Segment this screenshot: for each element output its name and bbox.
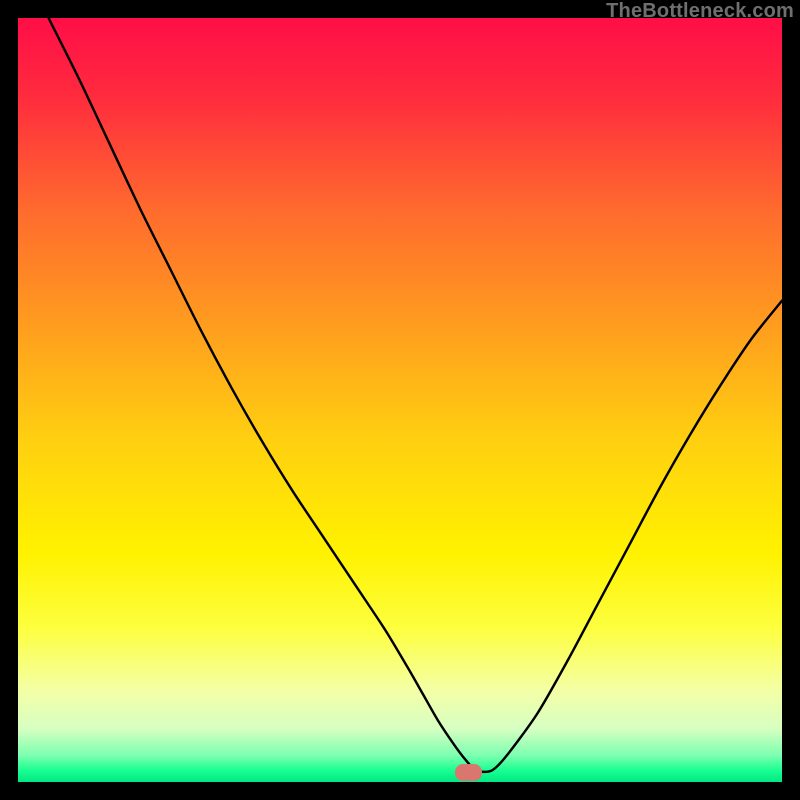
curve-svg bbox=[18, 18, 782, 782]
watermark-text: TheBottleneck.com bbox=[606, 0, 794, 23]
bottleneck-curve bbox=[49, 18, 782, 772]
optimal-marker bbox=[455, 764, 482, 781]
chart-frame: TheBottleneck.com bbox=[0, 0, 800, 800]
plot-area bbox=[18, 18, 782, 782]
